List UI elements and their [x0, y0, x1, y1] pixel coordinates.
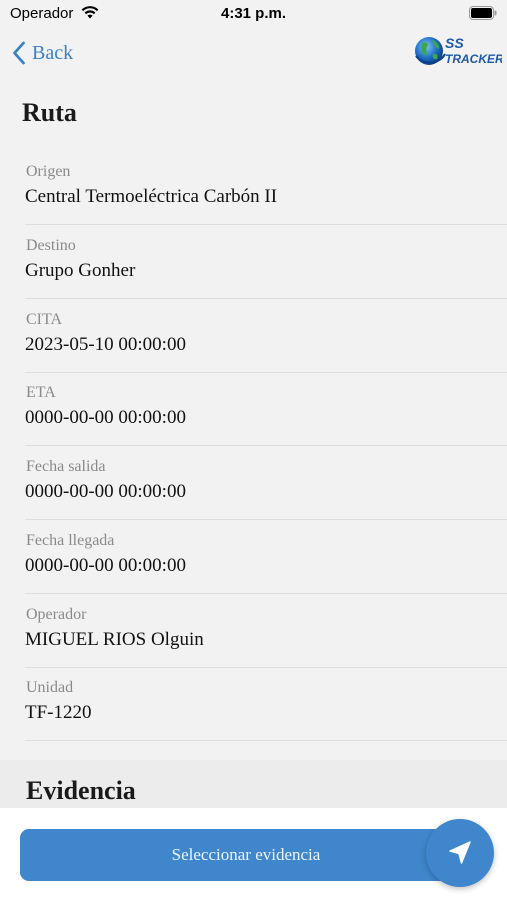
field-value: Grupo Gonher	[25, 260, 136, 281]
field-value: 2023-05-10 00:00:00	[25, 334, 186, 355]
field-operador: Operador MIGUEL RIOS Olguin	[25, 593, 507, 668]
field-value: TF-1220	[25, 702, 92, 723]
field-eta: ETA 0000-00-00 00:00:00	[25, 371, 507, 446]
field-label: Origen	[26, 163, 71, 180]
navigate-fab-button[interactable]	[426, 819, 494, 887]
logo-text-tracker: TRACKER	[445, 52, 502, 66]
field-fecha-llegada: Fecha llegada 0000-00-00 00:00:00	[25, 519, 507, 594]
status-bar: Operador 4:31 p.m.	[0, 0, 507, 28]
select-evidence-button[interactable]: Seleccionar evidencia	[20, 829, 472, 881]
field-value: Central Termoeléctrica Carbón II	[25, 186, 278, 207]
field-value: 0000-00-00 00:00:00	[25, 407, 186, 428]
clock: 4:31 p.m.	[220, 5, 287, 22]
chevron-left-icon	[13, 41, 25, 65]
field-label: CITA	[26, 311, 63, 328]
navigation-arrow-icon	[449, 841, 471, 864]
evidence-section-title: Evidencia	[26, 776, 136, 805]
field-label: Destino	[26, 237, 76, 254]
route-section-title: Ruta	[22, 98, 77, 127]
field-label: ETA	[26, 384, 56, 401]
logo-text-ss: SS	[445, 35, 464, 51]
field-label: Fecha llegada	[26, 532, 115, 549]
back-label: Back	[32, 41, 74, 64]
ss-tracker-logo: SS TRACKER	[414, 32, 504, 70]
field-origen: Origen Central Termoeléctrica Carbón II	[25, 150, 507, 225]
field-value: 0000-00-00 00:00:00	[25, 481, 186, 502]
battery-icon	[469, 6, 497, 24]
field-value: 0000-00-00 00:00:00	[25, 555, 186, 576]
field-label: Operador	[26, 606, 87, 623]
field-cita: CITA 2023-05-10 00:00:00	[25, 298, 507, 373]
field-label: Fecha salida	[26, 458, 106, 475]
field-label: Unidad	[26, 679, 74, 696]
back-button[interactable]: Back	[12, 38, 73, 68]
field-unidad: Unidad TF-1220	[25, 666, 507, 741]
field-value: MIGUEL RIOS Olguin	[25, 629, 204, 650]
field-destino: Destino Grupo Gonher	[25, 224, 507, 299]
field-fecha-salida: Fecha salida 0000-00-00 00:00:00	[25, 445, 507, 520]
navigation-bar: Back SS TRACKER	[0, 28, 507, 78]
